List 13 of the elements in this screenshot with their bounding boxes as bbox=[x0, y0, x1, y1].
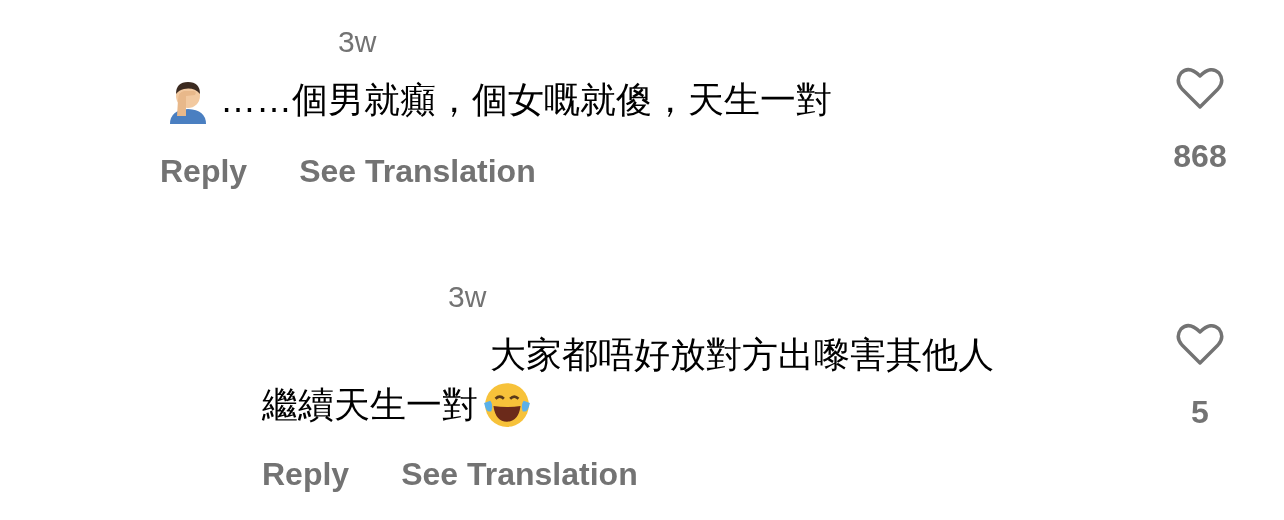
comment-text: 繼續天生一對 bbox=[262, 382, 478, 427]
heart-icon[interactable] bbox=[1176, 66, 1224, 110]
like-count: 868 bbox=[1173, 137, 1227, 176]
like-count: 5 bbox=[1191, 393, 1209, 432]
action-link[interactable]: Reply bbox=[262, 454, 350, 494]
action-link[interactable]: See Translation bbox=[401, 454, 638, 494]
comment-text: ……個男就癲，個女嘅就傻，天生一對 bbox=[220, 77, 832, 122]
timestamp: 3w bbox=[448, 279, 487, 315]
action-link[interactable]: Reply bbox=[160, 151, 248, 191]
comment-text: 大家都唔好放對方出嚟害其他人 bbox=[490, 332, 994, 377]
timestamp: 3w bbox=[338, 24, 377, 60]
heart-icon[interactable] bbox=[1176, 322, 1224, 366]
action-link[interactable]: See Translation bbox=[299, 151, 536, 191]
